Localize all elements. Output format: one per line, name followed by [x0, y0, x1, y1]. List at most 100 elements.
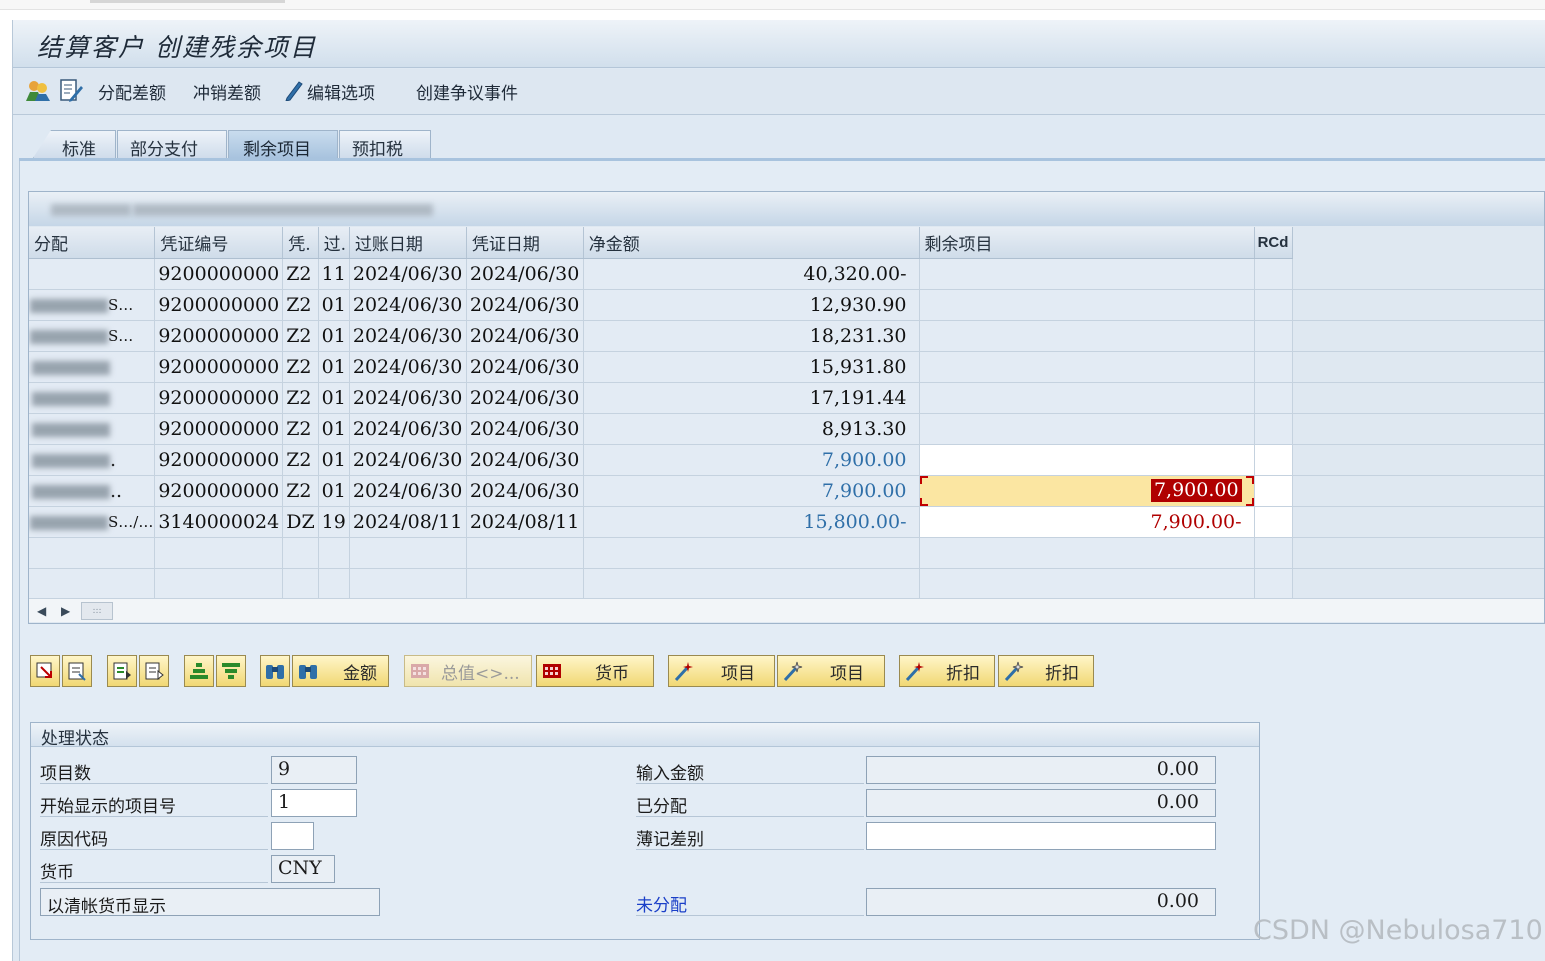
cell-doc-number[interactable]: 9200000000 [154, 413, 284, 445]
currency-button[interactable]: 货币 [536, 655, 654, 687]
cell-doc-type[interactable]: Z2 [282, 382, 319, 414]
people-overview-icon[interactable] [25, 77, 51, 103]
cell-doc-type[interactable] [282, 568, 319, 600]
cell-doc-type[interactable]: Z2 [282, 444, 319, 476]
cell-assignment[interactable] [29, 382, 156, 414]
cell-doc-number[interactable]: 3140000024 [154, 506, 284, 538]
pencil-icon[interactable] [284, 79, 304, 101]
cell-doc-number[interactable]: 9200000000 [154, 382, 284, 414]
cell-doc-date[interactable]: 2024/06/30 [466, 258, 584, 290]
deselect-all-button[interactable] [62, 655, 92, 687]
table-row[interactable]: 9200000000 Z2 01 2024/06/30 2024/06/30 8,913.… [29, 413, 1544, 445]
cell-doc-number[interactable]: 9200000000 [154, 320, 284, 352]
table-row[interactable]: 9200000000 Z2 11 2024/06/30 2024/06/30 40,320… [29, 258, 1544, 290]
item-button-2[interactable]: 项目 [777, 655, 885, 687]
cell-net-amount[interactable]: 15,931.80 [583, 351, 920, 383]
cell-net-amount[interactable]: 17,191.44 [583, 382, 920, 414]
cell-posting-date[interactable]: 2024/06/30 [349, 258, 467, 290]
cell-posting-date[interactable]: 2024/06/30 [349, 289, 467, 321]
cell-doc-number[interactable]: 9200000000 [154, 258, 284, 290]
table-row[interactable] [29, 537, 1544, 569]
cell-rcd[interactable] [1254, 289, 1294, 321]
cell-assignment[interactable] [29, 568, 156, 600]
cell-posting-date[interactable]: 2024/06/30 [349, 320, 467, 352]
cell-doc-date[interactable] [466, 568, 584, 600]
cell-doc-date[interactable]: 2024/06/30 [466, 320, 584, 352]
cell-residual-item[interactable] [919, 444, 1255, 476]
scroll-thumb[interactable]: ::: [81, 602, 113, 620]
cell-assignment[interactable]: .. [29, 475, 156, 507]
cell-rcd[interactable] [1254, 444, 1294, 476]
cell-residual-item[interactable] [919, 320, 1255, 352]
table-row[interactable]: 9200000000 Z2 01 2024/06/30 2024/06/30 17,191… [29, 382, 1544, 414]
table-row[interactable]: 9200000000 Z2 01 2024/06/30 2024/06/30 15,931… [29, 351, 1544, 383]
cell-assignment[interactable] [29, 413, 156, 445]
discount-button-2[interactable]: 折扣 [998, 655, 1094, 687]
discount-button-1[interactable]: 折扣 [899, 655, 995, 687]
cell-posting-date[interactable]: 2024/06/30 [349, 444, 467, 476]
cell-rcd[interactable] [1254, 258, 1294, 290]
cell-doc-type[interactable]: Z2 [282, 413, 319, 445]
cell-posting-key[interactable]: 01 [318, 444, 350, 476]
cell-doc-type[interactable]: Z2 [282, 258, 319, 290]
cell-doc-date[interactable]: 2024/06/30 [466, 289, 584, 321]
cell-assignment[interactable]: S…/… [29, 506, 156, 538]
table-row[interactable] [29, 568, 1544, 600]
cell-net-amount[interactable] [583, 568, 920, 600]
cell-rcd[interactable] [1254, 506, 1294, 538]
cell-posting-date[interactable]: 2024/08/11 [349, 506, 467, 538]
cell-residual-item[interactable] [919, 382, 1255, 414]
table-row[interactable]: S…/… 3140000024 DZ 19 2024/08/11 2024/08/11 15… [29, 506, 1544, 538]
cell-assignment[interactable] [29, 258, 156, 290]
horizontal-scrollbar[interactable]: ◀ ▶ ::: [29, 598, 1544, 622]
edit-document-icon[interactable] [58, 77, 84, 103]
cell-posting-key[interactable]: 11 [318, 258, 350, 290]
cell-doc-type[interactable]: Z2 [282, 351, 319, 383]
cell-posting-key[interactable]: 01 [318, 289, 350, 321]
total-button[interactable]: 总值<>... [404, 655, 532, 687]
scroll-left-icon[interactable]: ◀ [37, 604, 46, 618]
deactivate-items-button[interactable] [139, 655, 169, 687]
cell-rcd[interactable] [1254, 382, 1294, 414]
cell-posting-key[interactable] [318, 537, 350, 569]
item-button-1[interactable]: 项目 [668, 655, 775, 687]
cell-doc-date[interactable]: 2024/06/30 [466, 413, 584, 445]
distribute-difference-button[interactable]: 分配差额 [98, 79, 166, 104]
select-all-button[interactable] [30, 655, 60, 687]
cell-rcd[interactable] [1254, 568, 1294, 600]
find-button[interactable] [260, 655, 290, 687]
col-residual-item[interactable]: 剩余项目 [919, 227, 1255, 259]
cell-assignment[interactable]: S… [29, 289, 156, 321]
cell-doc-date[interactable]: 2024/06/30 [466, 475, 584, 507]
cell-residual-item[interactable] [919, 289, 1255, 321]
cell-residual-item[interactable] [919, 258, 1255, 290]
cell-net-amount[interactable]: 18,231.30 [583, 320, 920, 352]
cell-doc-number[interactable]: 9200000000 [154, 475, 284, 507]
table-row[interactable]: S… 9200000000 Z2 01 2024/06/30 2024/06/30 12,9… [29, 289, 1544, 321]
tab-residual-items[interactable]: 剩余项目 [228, 130, 338, 160]
cell-doc-date[interactable]: 2024/06/30 [466, 444, 584, 476]
cell-posting-date[interactable]: 2024/06/30 [349, 351, 467, 383]
col-posting-date[interactable]: 过账日期 [349, 227, 467, 259]
cell-posting-key[interactable]: 01 [318, 475, 350, 507]
cell-net-amount[interactable]: 40,320.00- [583, 258, 920, 290]
cell-doc-type[interactable]: Z2 [282, 475, 319, 507]
cell-doc-number[interactable]: 9200000000 [154, 289, 284, 321]
cell-residual-item[interactable] [919, 537, 1255, 569]
cell-doc-number[interactable]: 9200000000 [154, 444, 284, 476]
cell-doc-number[interactable] [154, 537, 284, 569]
col-rcd[interactable]: RCd [1254, 227, 1294, 259]
cell-assignment[interactable] [29, 351, 156, 383]
cell-net-amount[interactable]: 7,900.00 [583, 475, 920, 507]
cell-doc-date[interactable]: 2024/06/30 [466, 351, 584, 383]
cell-doc-number[interactable] [154, 568, 284, 600]
activate-items-button[interactable] [107, 655, 137, 687]
cell-net-amount[interactable]: 7,900.00 [583, 444, 920, 476]
cell-posting-key[interactable]: 01 [318, 351, 350, 383]
selected-residual-value[interactable]: 7,900.00 [1150, 479, 1242, 502]
cell-doc-type[interactable]: Z2 [282, 320, 319, 352]
cell-posting-key[interactable]: 01 [318, 382, 350, 414]
cell-residual-item[interactable]: 7,900.00- [919, 506, 1255, 538]
tab-withholding-tax[interactable]: 预扣税 [339, 130, 431, 160]
cell-posting-key[interactable]: 01 [318, 413, 350, 445]
